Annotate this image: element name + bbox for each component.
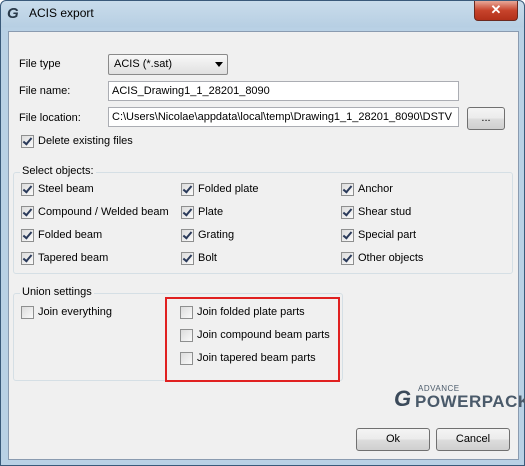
checkbox-box (341, 229, 354, 242)
chevron-down-icon (215, 62, 223, 67)
file-type-label: File type (19, 58, 61, 70)
close-button[interactable]: ✕ (474, 1, 518, 21)
cancel-button[interactable]: Cancel (436, 428, 510, 451)
acis-export-dialog: G ACIS export ✕ File type ACIS (*.sat) F… (0, 0, 525, 466)
checkbox-box (341, 252, 354, 265)
checkbox-label: Other objects (358, 252, 424, 264)
checkbox-box (181, 206, 194, 219)
dialog-body: File type ACIS (*.sat) File name: ACIS_D… (8, 31, 525, 460)
checkbox-box (181, 252, 194, 265)
checkbox-box (181, 183, 194, 196)
checkbox-label: Bolt (198, 252, 217, 264)
logo-mark: G (394, 386, 412, 411)
checkbox-box (21, 135, 34, 148)
file-location-label: File location: (19, 112, 81, 124)
checkbox-box (341, 206, 354, 219)
checkbox-label: Plate (198, 206, 224, 218)
file-location-value: C:\Users\Nicolae\appdata\local\temp\Draw… (112, 111, 452, 123)
advance-powerpack-logo: G ADVANCE POWERPACK (394, 382, 525, 412)
file-type-select[interactable]: ACIS (*.sat) (108, 54, 228, 75)
checkbox-label: Join everything (38, 306, 112, 318)
file-type-value: ACIS (*.sat) (114, 58, 173, 70)
logo-powerpack-text: POWERPACK (415, 392, 525, 411)
title-bar[interactable]: G ACIS export ✕ (1, 1, 524, 27)
checkbox-box (21, 183, 34, 196)
browse-button[interactable]: ... (467, 107, 505, 130)
red-highlight-box (165, 297, 340, 382)
app-icon: G (7, 5, 19, 22)
checkbox-label: Steel beam (38, 183, 94, 195)
file-name-value: ACIS_Drawing1_1_28201_8090 (112, 85, 270, 97)
checkbox-box (341, 183, 354, 196)
checkbox-box (181, 229, 194, 242)
checkbox-label: Anchor (358, 183, 393, 195)
checkbox-box (21, 229, 34, 242)
ok-button[interactable]: Ok (356, 428, 430, 451)
union-settings-title: Union settings (20, 286, 94, 298)
file-location-input[interactable]: C:\Users\Nicolae\appdata\local\temp\Draw… (108, 107, 459, 127)
delete-existing-label: Delete existing files (38, 135, 133, 147)
checkbox-label: Special part (358, 229, 417, 241)
checkbox-label: Grating (198, 229, 235, 241)
checkbox-box (21, 306, 34, 319)
checkbox-label: Folded plate (198, 183, 259, 195)
window-title: ACIS export (29, 6, 94, 20)
checkbox-label: Tapered beam (38, 252, 109, 264)
select-objects-title: Select objects: (20, 165, 96, 177)
checkbox-label: Compound / Welded beam (38, 206, 169, 218)
checkbox-box (21, 252, 34, 265)
file-name-input[interactable]: ACIS_Drawing1_1_28201_8090 (108, 81, 459, 101)
checkbox-box (21, 206, 34, 219)
checkbox-label: Folded beam (38, 229, 103, 241)
checkbox-label: Shear stud (358, 206, 412, 218)
file-name-label: File name: (19, 85, 71, 97)
